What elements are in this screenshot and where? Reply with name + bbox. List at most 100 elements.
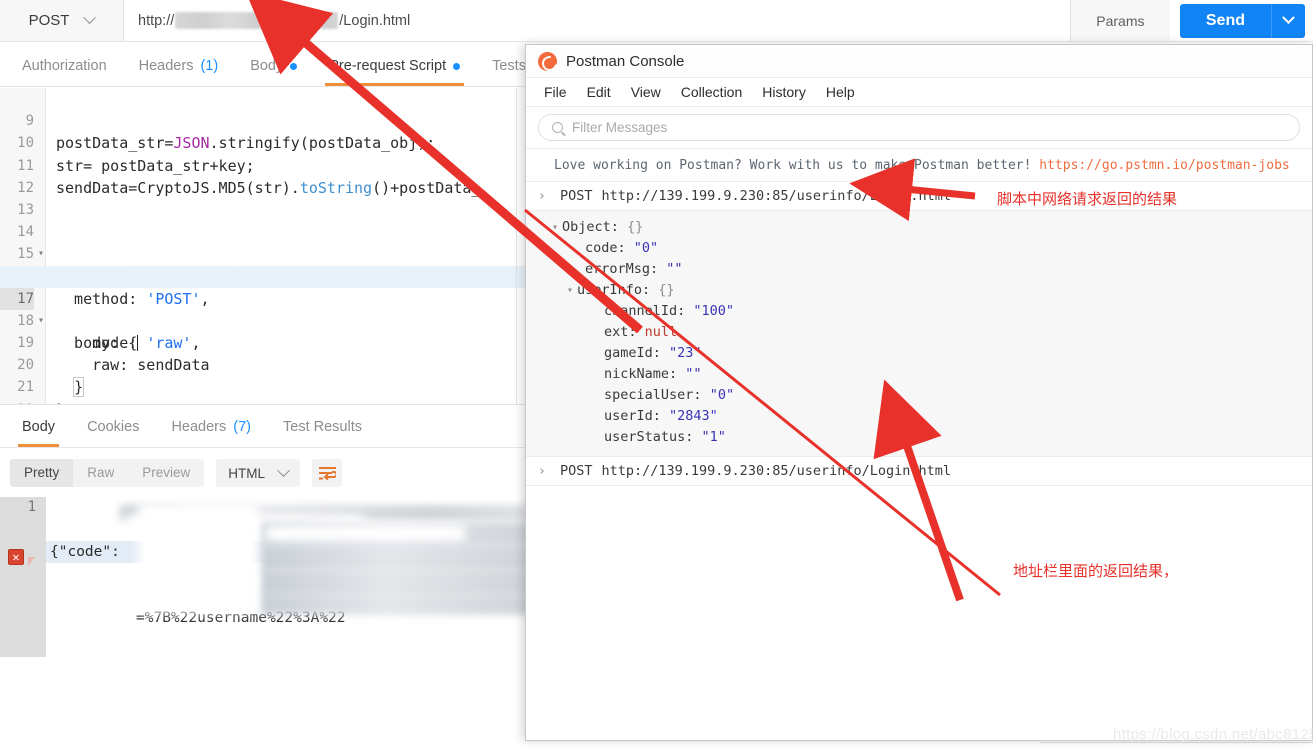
- expander-icon[interactable]: ›: [538, 464, 560, 479]
- console-log-entry[interactable]: › POST http://139.199.9.230:85/userinfo/…: [526, 457, 1312, 486]
- tree-value: "0": [633, 240, 659, 256]
- tab-headers[interactable]: Headers (1): [123, 58, 235, 86]
- tree-row: nickName: "": [526, 364, 1312, 385]
- redaction-blur: [138, 503, 258, 613]
- url-suffix-text: /Login.html: [339, 12, 411, 29]
- banner-link[interactable]: https://go.pstmn.io/postman-jobs: [1039, 158, 1289, 173]
- tree-value: "100": [693, 303, 735, 319]
- filter-messages-input[interactable]: Filter Messages: [538, 114, 1300, 141]
- modified-dot-icon: [453, 62, 461, 70]
- tree-value: "23": [669, 345, 702, 361]
- view-mode-pretty[interactable]: Pretty: [10, 459, 74, 487]
- tab-label: Test Results: [283, 419, 362, 435]
- tab-label: Headers: [171, 419, 227, 435]
- tab-badge: (1): [200, 58, 219, 74]
- tree-row: userStatus: "1": [526, 427, 1312, 448]
- http-method-label: POST: [28, 12, 70, 29]
- view-mode-raw[interactable]: Raw: [73, 459, 128, 487]
- screenshot-root: POST http:// /Login.html Params Send Auth…: [0, 0, 1313, 756]
- menu-help[interactable]: Help: [816, 84, 865, 100]
- filter-placeholder: Filter Messages: [572, 120, 668, 135]
- tree-value: "": [685, 366, 702, 382]
- params-label: Params: [1096, 12, 1145, 29]
- tree-row[interactable]: ▾ Object: {}: [526, 217, 1312, 238]
- menu-collection[interactable]: Collection: [671, 84, 752, 100]
- tree-row[interactable]: ▾ userInfo: {}: [526, 280, 1312, 301]
- tab-pre-request-script[interactable]: Pre-request Script: [313, 58, 476, 86]
- menu-history[interactable]: History: [752, 84, 816, 100]
- console-menubar: File Edit View Collection History Help: [526, 78, 1312, 107]
- tree-row: ext: null: [526, 322, 1312, 343]
- line-number: 1: [27, 499, 36, 515]
- send-options-button[interactable]: [1271, 3, 1305, 38]
- collapse-arrow-icon[interactable]: ▾: [548, 217, 562, 238]
- word-wrap-button[interactable]: [312, 459, 343, 487]
- tab-label: Cookies: [87, 419, 140, 435]
- tree-key: code:: [585, 240, 626, 256]
- modified-dot-icon: [290, 62, 298, 70]
- log-url: http://139.199.9.230:85/userinfo/Login.h…: [601, 463, 952, 479]
- tree-key: userInfo:: [577, 282, 651, 298]
- word-wrap-icon: [318, 466, 336, 480]
- tab-label: Pre-request Script: [329, 58, 447, 74]
- menu-view[interactable]: View: [621, 84, 671, 100]
- tree-key: ext:: [604, 324, 637, 340]
- http-method-selector[interactable]: POST: [0, 0, 124, 41]
- menu-edit[interactable]: Edit: [577, 84, 621, 100]
- line-number: 22: [0, 399, 34, 404]
- expander-icon[interactable]: ›: [538, 189, 560, 204]
- tree-key: nickName:: [604, 366, 678, 382]
- chevron-down-icon: [1282, 11, 1295, 25]
- view-mode-group: Pretty Raw Preview: [10, 459, 205, 487]
- tab-authorization[interactable]: Authorization: [6, 58, 123, 86]
- banner-text: Love working on Postman? Work with us to…: [554, 157, 1032, 173]
- tab-label: Tests: [492, 58, 526, 74]
- menu-file[interactable]: File: [534, 84, 577, 100]
- log-url: http://139.199.9.230:85/userinfo/Login.h…: [601, 188, 952, 204]
- search-icon: [552, 122, 563, 133]
- tree-key: gameId:: [604, 345, 661, 361]
- tab-response-headers[interactable]: Headers (7): [155, 419, 267, 447]
- console-titlebar: Postman Console: [526, 45, 1312, 78]
- params-button[interactable]: Params: [1069, 0, 1170, 41]
- tab-label: Authorization: [22, 58, 107, 74]
- tree-key: channelId:: [604, 303, 686, 319]
- chevron-down-icon: [83, 11, 97, 25]
- log-method: POST: [560, 188, 593, 204]
- tree-row: specialUser: "0": [526, 385, 1312, 406]
- tab-label: Body: [22, 419, 56, 435]
- console-title: Postman Console: [566, 52, 685, 70]
- error-fold-icon: [28, 557, 35, 566]
- url-prefix-text: http://: [138, 12, 175, 29]
- format-label: HTML: [228, 465, 266, 481]
- tree-row: code: "0": [526, 238, 1312, 259]
- watermark-text: https://blog.csdn.net/abc8125: [1113, 726, 1313, 743]
- tree-key: userId:: [604, 408, 661, 424]
- tab-label: Headers: [138, 58, 194, 74]
- tab-body[interactable]: Body: [234, 58, 313, 86]
- request-url-bar: POST http:// /Login.html Params Send: [0, 0, 1313, 42]
- view-mode-preview[interactable]: Preview: [128, 459, 204, 487]
- console-object-tree: ▾ Object: {} code: "0" errorMsg: "" ▾ us…: [526, 211, 1312, 457]
- tree-value: {}: [627, 219, 644, 235]
- tab-test-results[interactable]: Test Results: [267, 419, 378, 447]
- tab-cookies[interactable]: Cookies: [71, 419, 155, 447]
- editor-right-border: [516, 88, 517, 404]
- chevron-down-icon: [277, 463, 290, 477]
- response-format-selector[interactable]: HTML: [216, 459, 301, 487]
- log-method: POST: [560, 463, 593, 479]
- tree-row: gameId: "23": [526, 343, 1312, 364]
- request-url-input[interactable]: http:// /Login.html: [124, 0, 1070, 41]
- tree-value: "1": [701, 429, 726, 445]
- tab-response-body[interactable]: Body: [6, 419, 71, 447]
- collapse-arrow-icon[interactable]: ▾: [563, 280, 577, 301]
- tab-label: Body: [250, 58, 284, 74]
- console-log-entry[interactable]: › POST http://139.199.9.230:85/userinfo/…: [526, 182, 1312, 211]
- tree-row: userId: "2843": [526, 406, 1312, 427]
- tree-value: null: [644, 324, 678, 340]
- tab-badge: (7): [233, 419, 251, 435]
- tree-value: "0": [709, 387, 735, 403]
- response-gutter: 1 ✕: [0, 497, 46, 657]
- send-button[interactable]: Send: [1179, 3, 1271, 38]
- error-marker-icon[interactable]: ✕: [8, 549, 24, 565]
